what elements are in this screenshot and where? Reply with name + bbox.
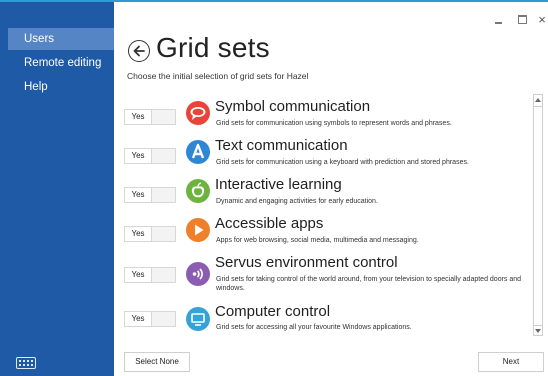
grid-set-description: Dynamic and engaging activities for earl… [216,198,378,205]
grid-set-description: Grid sets for communication using symbol… [216,120,452,127]
back-arrow-circle-icon[interactable] [128,40,150,62]
letter-a-icon [186,140,210,164]
sidebar: Users Remote editing Help [0,2,114,376]
toggle-yes-label: Yes [125,268,152,282]
grid-set-row-servus-environment-control: Yes Servus environment control Grid sets… [124,254,524,297]
sidebar-item-users[interactable]: Users [8,28,114,50]
grid-set-description: Grid sets for taking control of the worl… [216,276,522,292]
sidebar-item-help[interactable]: Help [10,76,110,98]
yes-no-toggle[interactable]: Yes [124,226,176,242]
toggle-yes-label: Yes [125,149,152,163]
grid-set-description: Apps for web browsing, social media, mul… [216,237,419,244]
grid-set-name: Accessible apps [215,215,324,232]
grid-set-description: Grid sets for communication using a keyb… [216,159,469,166]
keyboard-icon[interactable] [16,357,36,369]
yes-no-toggle[interactable]: Yes [124,267,176,283]
yes-no-toggle[interactable]: Yes [124,311,176,327]
grid-set-row-text-communication: Yes Text communication Grid sets for com… [124,137,524,180]
monitor-icon [186,307,210,331]
next-button[interactable]: Next [478,352,544,372]
grid-set-row-accessible-apps: Yes Accessible apps Apps for web browsin… [124,215,524,258]
grid-set-name: Servus environment control [215,254,398,271]
close-icon[interactable]: × [536,13,548,26]
yes-no-toggle[interactable]: Yes [124,148,176,164]
grid-set-name: Interactive learning [215,176,342,193]
sidebar-item-remote-editing[interactable]: Remote editing [10,52,110,74]
scroll-thumb[interactable] [534,106,542,324]
vertical-scrollbar[interactable] [533,94,543,336]
minimize-icon[interactable] [493,14,507,26]
yes-no-toggle[interactable]: Yes [124,109,176,125]
grid-set-name: Text communication [215,137,348,154]
signal-icon [186,262,210,286]
toggle-yes-label: Yes [125,227,152,241]
grid-set-row-computer-control: Yes Computer control Grid sets for acces… [124,303,524,346]
grid-set-row-symbol-communication: Yes Symbol communication Grid sets for c… [124,98,524,141]
maximize-icon[interactable] [516,14,530,26]
page-subtitle: Choose the initial selection of grid set… [127,71,309,81]
apple-icon [186,179,210,203]
play-icon [186,218,210,242]
grid-set-name: Computer control [215,303,331,320]
grid-set-row-interactive-learning: Yes Interactive learning Dynamic and eng… [124,176,524,219]
speech-bubble-icon [186,101,210,125]
yes-no-toggle[interactable]: Yes [124,187,176,203]
toggle-yes-label: Yes [125,312,152,326]
toggle-yes-label: Yes [125,110,152,124]
scroll-up-arrow-icon[interactable] [534,95,542,105]
scroll-down-arrow-icon[interactable] [534,325,542,335]
page-title: Grid sets [156,32,270,63]
grid-set-description: Grid sets for accessing all your favouri… [216,324,412,331]
select-none-button[interactable]: Select None [124,352,190,372]
toggle-yes-label: Yes [125,188,152,202]
grid-set-name: Symbol communication [215,98,371,115]
